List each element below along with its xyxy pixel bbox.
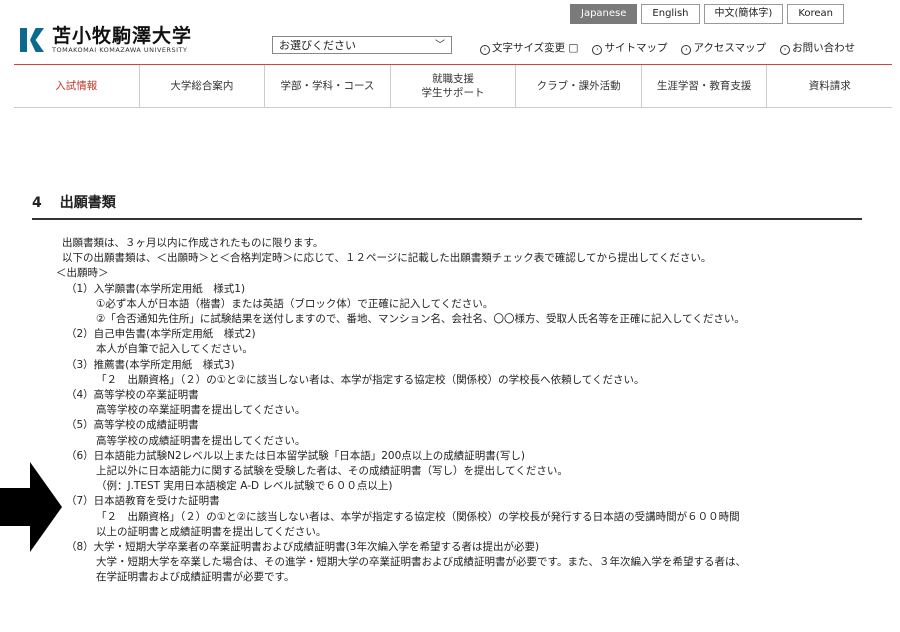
logo-mark-icon [20, 28, 46, 52]
list-item-heading: （7）日本語教育を受けた証明書 [66, 495, 220, 508]
body-line: 出願書類は、３ヶ月以内に作成されたものに限ります。 [62, 237, 324, 249]
site-select-dropdown[interactable]: お選びください ﹀ [272, 36, 452, 54]
body-line: ＜出願時＞ [56, 267, 109, 280]
university-logo[interactable]: 苫小牧駒澤大学 TOMAKOMAI KOMAZAWA UNIVERSITY [20, 26, 192, 54]
lang-korean-button[interactable]: Korean [787, 4, 845, 24]
document-body: 出願書類は、３ヶ月以内に作成されたものに限ります。 以下の出願書類は、＜出願時＞… [56, 236, 892, 586]
body-line: 大学・短期大学を卒業した場合は、その進学・短期大学の卒業証明書および成績証明書が… [96, 556, 746, 569]
list-item-heading: （2）自己申告書(本学所定用紙 様式2) [66, 328, 256, 341]
global-nav: 入試情報 大学総合案内 学部・学科・コース 就職支援 学生サポート クラブ・課外… [14, 64, 892, 108]
body-line: 高等学校の卒業証明書を提出してください。 [96, 404, 306, 417]
body-line: 上記以外に日本語能力に関する試験を受験した者は、その成績証明書（写し）を提出して… [96, 465, 568, 478]
body-line: （例：J.TEST 実用日本語検定 A-D レベル試験で６００点以上) [96, 480, 393, 493]
select-value: お選びください [279, 39, 356, 52]
nav-faculties[interactable]: 学部・学科・コース [265, 65, 391, 107]
chevron-down-icon: ﹀ [435, 40, 445, 51]
nav-career-support[interactable]: 就職支援 学生サポート [391, 65, 517, 107]
nav-lifelong-learning[interactable]: 生涯学習・教育支援 [642, 65, 768, 107]
body-line: 「２ 出願資格」（２）の①と②に該当しない者は、本学が指定する協定校（関係校）の… [96, 510, 740, 523]
body-line: 「２ 出願資格」（２）の①と②に該当しない者は、本学が指定する協定校（関係校）の… [96, 373, 645, 386]
contact-link[interactable]: › お問い合わせ [780, 40, 855, 55]
list-item-heading: （3）推薦書(本学所定用紙 様式3) [66, 358, 235, 371]
nav-admissions[interactable]: 入試情報 [14, 65, 140, 107]
body-line: 高等学校の成績証明書を提出してください。 [96, 434, 306, 447]
body-line: 以上の証明書と成績証明書を提出してください。 [96, 525, 327, 538]
body-line: 以下の出願書類は、＜出願時＞と＜合格判定時＞に応じて、１２ページに記載した出願書… [62, 252, 712, 265]
lang-english-button[interactable]: English [641, 4, 700, 24]
circle-arrow-icon: › [480, 45, 490, 55]
language-switcher: Japanese English 中文(簡体字) Korean [570, 4, 845, 24]
body-line: 在学証明書および成績証明書が必要です。 [96, 571, 295, 584]
utility-links: › 文字サイズ変更 □ › サイトマップ › アクセスマップ › お問い合わせ [480, 40, 855, 55]
list-item-heading: （1）入学願書(本学所定用紙 様式1) [66, 282, 246, 295]
arrow-right-icon [0, 462, 62, 552]
section-heading: 4 出願書類 [32, 192, 862, 220]
sitemap-link[interactable]: › サイトマップ [592, 40, 667, 55]
circle-arrow-icon: › [780, 45, 791, 55]
list-item-heading: （4）高等学校の卒業証明書 [66, 389, 199, 402]
body-line: ②「合否通知先住所」に試験結果を送付しますので、番地、マンション名、会社名、〇〇… [96, 313, 745, 326]
section-number: 4 [32, 195, 42, 211]
section-title: 出願書類 [59, 195, 116, 211]
list-item-heading: （8）大学・短期大学卒業者の卒業証明書および成績証明書(3年次編入学を希望する者… [66, 541, 540, 554]
lang-chinese-button[interactable]: 中文(簡体字) [703, 4, 784, 24]
nav-request-materials[interactable]: 資料請求 [767, 65, 892, 107]
font-size-link[interactable]: › 文字サイズ変更 □ [480, 40, 578, 55]
logo-name-en: TOMAKOMAI KOMAZAWA UNIVERSITY [52, 46, 188, 54]
body-line: 本人が自筆で記入してください。 [96, 343, 253, 356]
body-line: ①必ず本人が日本語（楷書）または英語（ブロック体）で正確に記入してください。 [96, 297, 494, 310]
logo-name-jp: 苫小牧駒澤大学 [52, 25, 193, 47]
nav-about[interactable]: 大学総合案内 [140, 65, 266, 107]
circle-arrow-icon: › [592, 45, 603, 55]
lang-japanese-button[interactable]: Japanese [570, 4, 638, 24]
access-map-link[interactable]: › アクセスマップ [681, 40, 766, 55]
nav-clubs[interactable]: クラブ・課外活動 [516, 65, 642, 107]
list-item-heading: （6）日本語能力試験N2レベル以上または日本留学試験「日本語」200点以上の成績… [66, 449, 525, 462]
list-item-heading: （5）高等学校の成績証明書 [66, 419, 199, 432]
circle-arrow-icon: › [681, 45, 692, 55]
